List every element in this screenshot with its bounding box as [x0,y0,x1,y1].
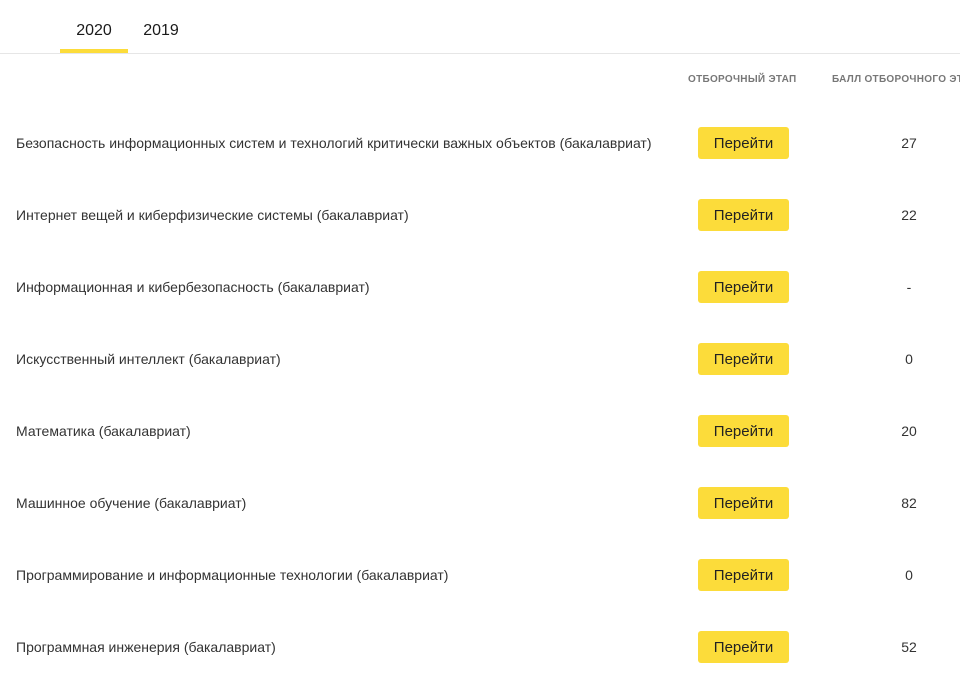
program-score: 82 [901,495,917,511]
program-row: Машинное обучение (бакалавриат) Перейти … [0,467,960,539]
tab-2020[interactable]: 2020 [60,22,128,40]
go-button[interactable]: Перейти [698,415,789,447]
program-title: Машинное обучение (бакалавриат) [16,495,247,511]
program-row: Интернет вещей и киберфизические системы… [0,179,960,251]
program-score: 27 [901,135,917,151]
go-button[interactable]: Перейти [698,631,789,663]
go-button[interactable]: Перейти [698,559,789,591]
program-row: Программирование и информационные технол… [0,539,960,611]
program-title: Безопасность информационных систем и тех… [16,135,652,151]
program-title: Математика (бакалавриат) [16,423,191,439]
program-score: 0 [905,351,913,367]
program-score: 20 [901,423,917,439]
program-row: Программная инженерия (бакалавриат) Пере… [0,611,960,683]
column-header-score: БАЛЛ ОТБОРОЧНОГО ЭТАПА [832,74,960,85]
program-row: Искусственный интеллект (бакалавриат) Пе… [0,323,960,395]
go-button[interactable]: Перейти [698,343,789,375]
tab-2019[interactable]: 2019 [136,22,186,40]
program-score: 0 [905,567,913,583]
go-button[interactable]: Перейти [698,127,789,159]
program-row: Безопасность информационных систем и тех… [0,107,960,179]
program-row: Математика (бакалавриат) Перейти 20 [0,395,960,467]
go-button[interactable]: Перейти [698,271,789,303]
program-row: Информационная и кибербезопасность (бака… [0,251,960,323]
year-tabs: 2020 2019 [0,0,960,54]
active-tab-indicator [60,49,128,53]
program-title: Программная инженерия (бакалавриат) [16,639,276,655]
go-button[interactable]: Перейти [698,199,789,231]
program-title: Интернет вещей и киберфизические системы… [16,207,409,223]
program-score: - [906,279,912,295]
column-header-stage: ОТБОРОЧНЫЙ ЭТАП [688,74,797,85]
program-title: Искусственный интеллект (бакалавриат) [16,351,281,367]
go-button[interactable]: Перейти [698,487,789,519]
program-score: 52 [901,639,917,655]
program-score: 22 [901,207,917,223]
program-title: Программирование и информационные технол… [16,567,449,583]
program-title: Информационная и кибербезопасность (бака… [16,279,370,295]
program-list: Безопасность информационных систем и тех… [0,107,960,683]
